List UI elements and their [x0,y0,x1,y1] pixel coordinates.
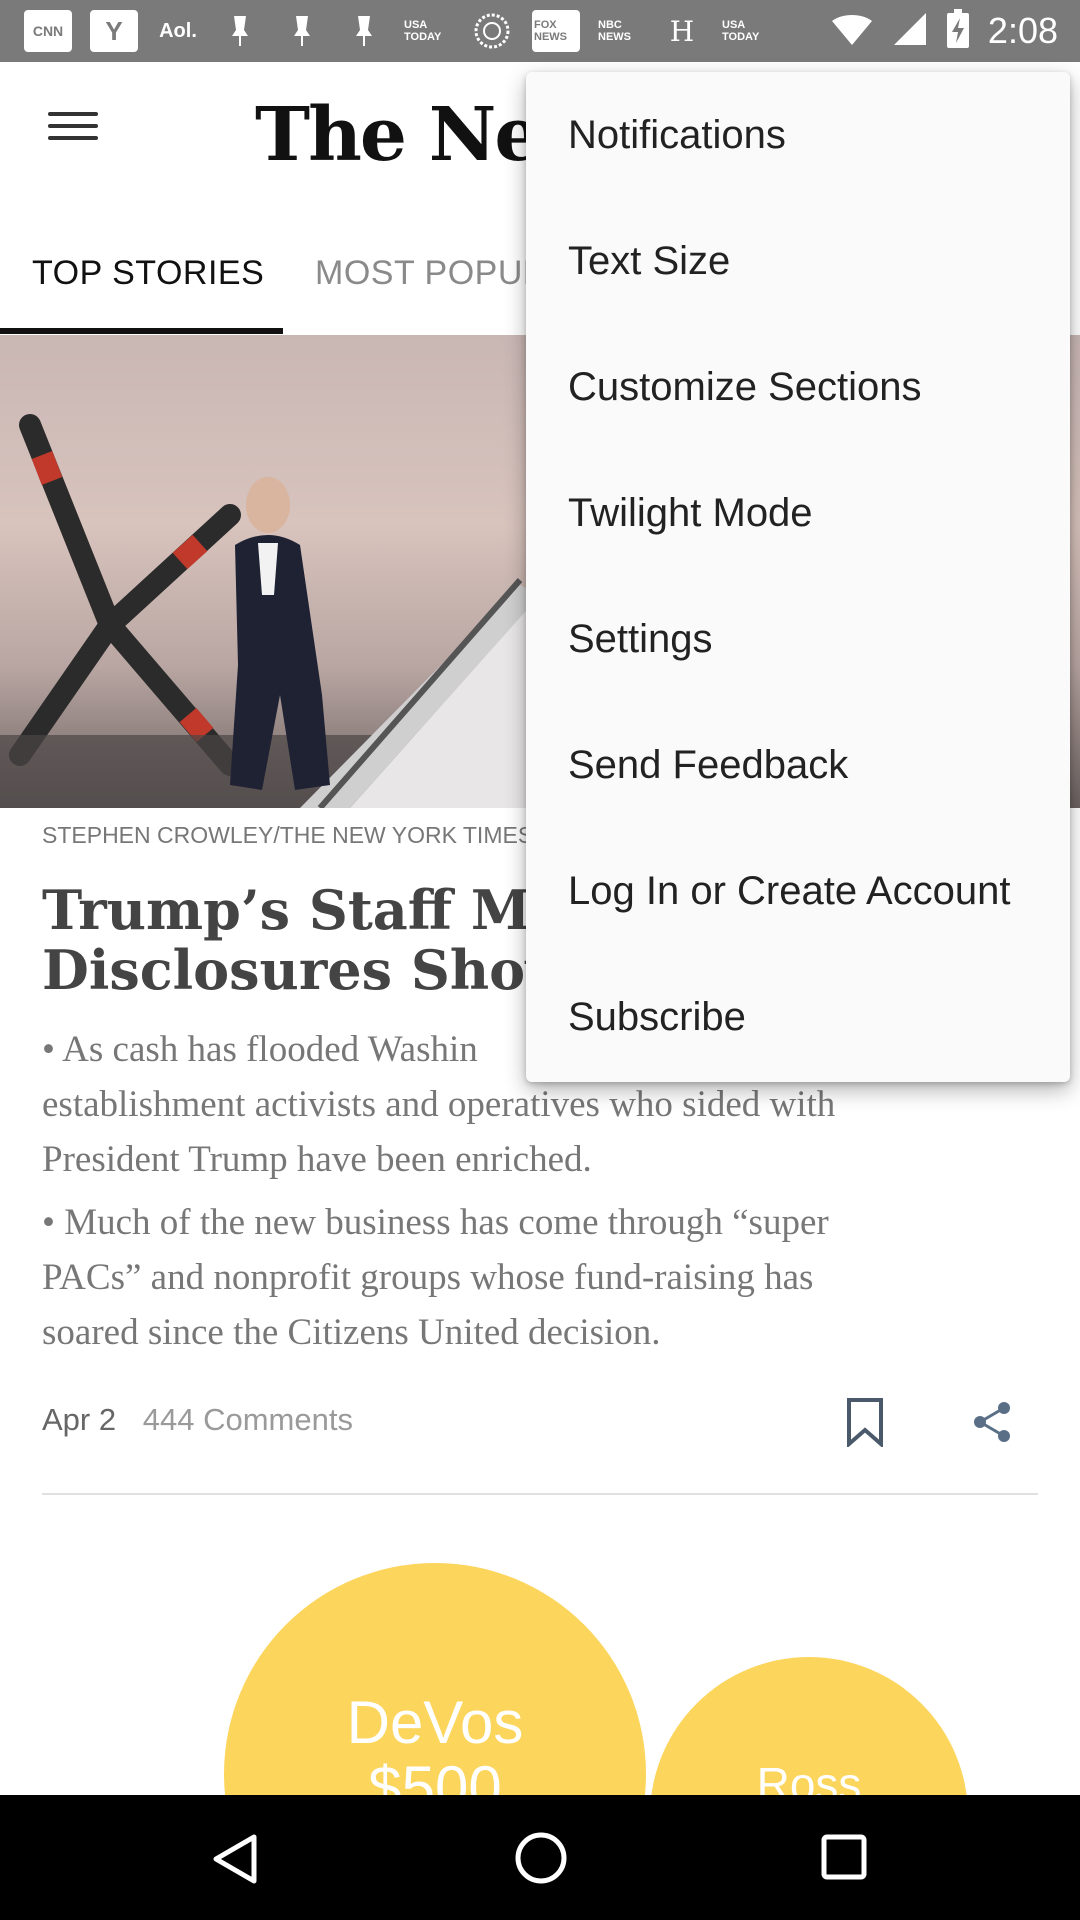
bookmark-icon[interactable] [845,1397,885,1449]
menu-item-send-feedback[interactable]: Send Feedback [526,702,1070,828]
aol-notification-icon: Aol. [159,19,197,42]
nbc-notification-icon: NBC NEWS [598,19,631,43]
bubble-ross: Ross [650,1657,968,1795]
menu-item-notifications[interactable]: Notifications [526,72,1070,198]
divider [42,1493,1038,1495]
menu-item-customize-sections[interactable]: Customize Sections [526,324,1070,450]
menu-item-log-in[interactable]: Log In or Create Account [526,828,1070,954]
circle-logo-notification-icon [470,12,514,50]
tab-top-stories[interactable]: TOP STORIES [32,254,264,293]
home-icon[interactable] [514,1831,568,1890]
summary-line: establishment activists and operatives w… [42,1084,836,1125]
menu-item-settings[interactable]: Settings [526,576,1070,702]
bubble-graphic[interactable]: DeVos $500 Ross [0,1540,1080,1795]
signal-icon [892,11,928,52]
pin-notification-icon [342,12,386,50]
clock: 2:08 [987,10,1058,51]
usatoday-notification-icon: USA TODAY [404,19,442,43]
recents-icon[interactable] [820,1833,868,1886]
yahoo-notification-icon: Y [90,10,138,52]
cnn-notification-icon: CNN [24,10,72,52]
bubble-sublabel: $500 [368,1754,502,1795]
wifi-icon [830,11,874,52]
article-date: Apr 2 [42,1402,117,1437]
share-icon[interactable] [970,1400,1014,1444]
summary-line: President Trump have been enriched. [42,1139,592,1180]
summary-bullet-2: • Much of the new business has come thro… [42,1195,1042,1360]
battery-charging-icon [946,8,970,54]
pin-notification-icon [218,12,262,50]
summary-line: • Much of the new business has come thro… [42,1202,829,1243]
active-tab-indicator [0,328,283,334]
bubble-label: Ross [756,1758,862,1795]
bubble-devos: DeVos $500 [224,1563,646,1795]
overflow-menu: Notifications Text Size Customize Sectio… [526,72,1070,1082]
back-icon[interactable] [210,1833,260,1890]
h-notification-icon: H [669,14,695,48]
hamburger-menu-icon[interactable] [38,104,108,160]
notification-icons: CNN Y Aol. USA TODAY FOX NEWS NBC NEWS H… [0,10,788,52]
comments-link[interactable]: 444 Comments [143,1402,353,1437]
navigation-bar [0,1795,1080,1920]
summary-line: PACs” and nonprofit groups whose fund-ra… [42,1257,814,1298]
bubble-label: DeVos [346,1689,524,1756]
article-meta: Apr 2 444 Comments [42,1402,353,1438]
menu-item-text-size[interactable]: Text Size [526,198,1070,324]
photo-credit: STEPHEN CROWLEY/THE NEW YORK TIMES [42,822,534,848]
summary-line: soared since the Citizens United decisio… [42,1312,661,1353]
pin-notification-icon [280,12,324,50]
foxnews-notification-icon: FOX NEWS [532,10,580,52]
menu-item-subscribe[interactable]: Subscribe [526,954,1070,1080]
usatoday-notification-icon: USA TODAY [722,19,760,43]
status-bar: CNN Y Aol. USA TODAY FOX NEWS NBC NEWS H… [0,0,1080,62]
menu-item-twilight-mode[interactable]: Twilight Mode [526,450,1070,576]
